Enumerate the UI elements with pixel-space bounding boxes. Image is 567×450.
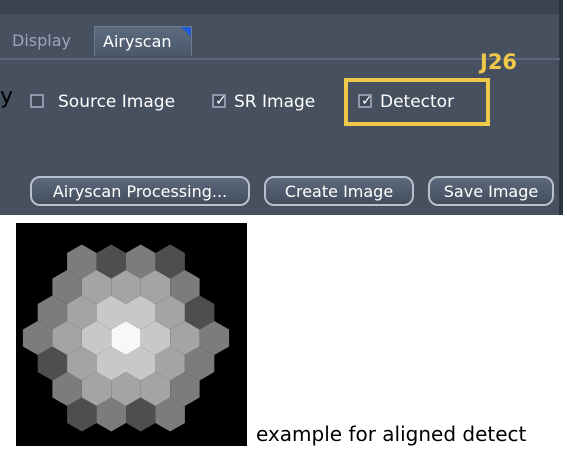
tab-airyscan[interactable]: Airyscan <box>94 26 192 56</box>
sr-image-option[interactable]: ✓ SR Image <box>212 92 342 114</box>
checkmark-icon: ✓ <box>215 93 227 109</box>
airyscan-processing-label: Airyscan Processing... <box>52 182 228 201</box>
create-image-button[interactable]: Create Image <box>264 176 414 206</box>
tab-airyscan-label: Airyscan <box>103 32 172 51</box>
tab-display[interactable]: Display <box>4 26 94 56</box>
panel-top-edge <box>0 0 563 14</box>
tab-corner-marker <box>181 27 191 37</box>
annotation-label: J26 <box>480 50 518 74</box>
hexagon-detector-graphic <box>22 244 230 432</box>
sr-image-label: SR Image <box>234 92 316 112</box>
detector-highlight-box <box>344 78 490 126</box>
source-image-label: Source Image <box>58 92 176 112</box>
tab-display-label: Display <box>12 31 71 50</box>
sr-image-checkbox[interactable]: ✓ <box>212 93 227 109</box>
detector-preview-image <box>16 223 247 446</box>
tab-bar: Display Airyscan <box>0 22 560 60</box>
save-image-label: Save Image <box>443 182 539 201</box>
document-fragment-text: y <box>0 84 14 109</box>
airyscan-processing-button[interactable]: Airyscan Processing... <box>30 176 250 206</box>
source-image-checkbox[interactable] <box>30 94 44 108</box>
save-image-button[interactable]: Save Image <box>428 176 554 206</box>
figure-caption: example for aligned detect <box>256 422 527 446</box>
create-image-label: Create Image <box>284 182 394 201</box>
source-image-option[interactable]: Source Image <box>30 92 200 114</box>
